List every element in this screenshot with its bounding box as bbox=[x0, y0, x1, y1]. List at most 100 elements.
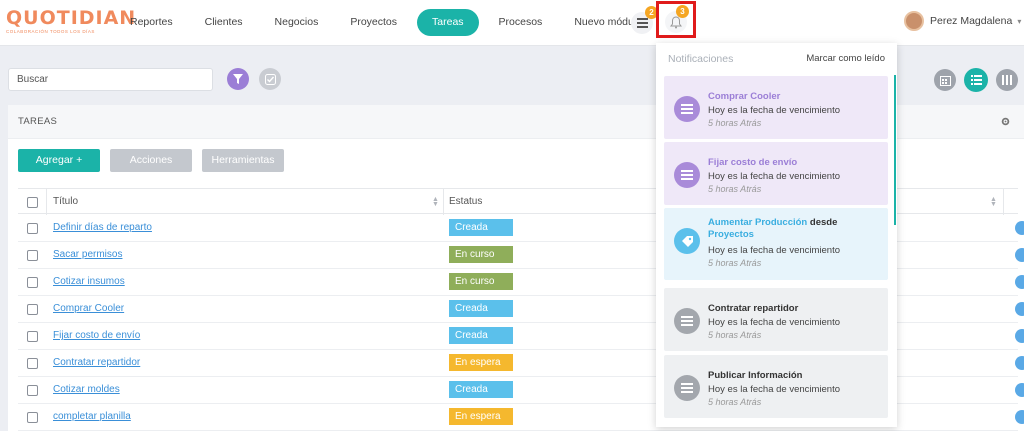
list-icon bbox=[674, 96, 700, 122]
notification-title: Contratar repartidor bbox=[708, 303, 799, 314]
bell-highlight-box bbox=[656, 1, 696, 38]
list-icon bbox=[674, 308, 700, 334]
notification-time: 5 horas Atrás bbox=[708, 258, 762, 268]
row-action-icon[interactable] bbox=[1015, 329, 1024, 343]
status-badge: En espera bbox=[449, 408, 513, 425]
task-title-link[interactable]: Cotizar insumos bbox=[53, 276, 125, 287]
status-badge: En curso bbox=[449, 273, 513, 290]
sort-icon[interactable]: ▲ ▼ bbox=[990, 196, 997, 208]
notification-message: Hoy es la fecha de vencimiento bbox=[708, 317, 841, 328]
nav-clientes[interactable]: Clientes bbox=[193, 9, 255, 36]
nav-tareas[interactable]: Tareas bbox=[417, 9, 479, 36]
notifications-title: Notificaciones bbox=[668, 53, 734, 65]
notification-time: 5 horas Atrás bbox=[708, 397, 762, 407]
actions-button[interactable]: Acciones bbox=[110, 149, 192, 172]
row-checkbox[interactable] bbox=[27, 223, 38, 234]
mark-as-read-link[interactable]: Marcar como leído bbox=[806, 53, 885, 64]
notifications-dropdown: Notificaciones Marcar como leído Comprar… bbox=[656, 43, 897, 427]
notification-time: 5 horas Atrás bbox=[708, 118, 762, 128]
task-title-link[interactable]: Comprar Cooler bbox=[53, 303, 124, 314]
filter-button[interactable] bbox=[227, 68, 249, 90]
row-checkbox[interactable] bbox=[27, 358, 38, 369]
calendar-view-button[interactable] bbox=[934, 69, 956, 91]
add-task-button[interactable]: Agregar + bbox=[18, 149, 100, 172]
nav-reportes[interactable]: Reportes bbox=[118, 9, 185, 36]
row-checkbox[interactable] bbox=[27, 277, 38, 288]
row-checkbox[interactable] bbox=[27, 331, 38, 342]
notification-title: Publicar Información bbox=[708, 370, 803, 381]
column-divider bbox=[1003, 189, 1004, 215]
row-action-icon[interactable] bbox=[1015, 410, 1024, 424]
task-title-link[interactable]: completar planilla bbox=[53, 411, 131, 422]
notification-card[interactable]: Comprar Cooler Hoy es la fecha de vencimi… bbox=[664, 76, 888, 139]
notification-project-link[interactable]: Aumentar Producción bbox=[708, 217, 807, 228]
column-divider bbox=[443, 189, 444, 215]
task-title-link[interactable]: Fijar costo de envío bbox=[53, 330, 140, 341]
select-all-button[interactable] bbox=[259, 68, 281, 90]
row-action-icon[interactable] bbox=[1015, 275, 1024, 289]
notification-title-mid: desde bbox=[809, 217, 838, 228]
status-badge: Creada bbox=[449, 381, 513, 398]
row-checkbox[interactable] bbox=[27, 412, 38, 423]
status-badge: En espera bbox=[449, 354, 513, 371]
list-icon bbox=[674, 162, 700, 188]
notification-card[interactable]: Aumentar Producción desde Proyectos Hoy es… bbox=[664, 208, 888, 280]
checkbox-icon bbox=[264, 73, 276, 85]
row-action-icon[interactable] bbox=[1015, 383, 1024, 397]
status-badge: Creada bbox=[449, 300, 513, 317]
nav-procesos[interactable]: Procesos bbox=[487, 9, 555, 36]
notification-card[interactable]: Publicar Información Hoy es la fecha de v… bbox=[664, 355, 888, 418]
status-badge: Creada bbox=[449, 219, 513, 236]
logo-wordmark: QUOTIDIAN bbox=[6, 7, 137, 29]
tag-icon bbox=[674, 228, 700, 254]
search-input[interactable]: Buscar bbox=[8, 68, 213, 91]
status-badge: Creada bbox=[449, 327, 513, 344]
notification-time: 5 horas Atrás bbox=[708, 330, 762, 340]
task-title-link[interactable]: Contratar repartidor bbox=[53, 357, 140, 368]
nav-proyectos[interactable]: Proyectos bbox=[338, 9, 409, 36]
calendar-icon bbox=[939, 75, 951, 86]
row-checkbox[interactable] bbox=[27, 304, 38, 315]
column-divider bbox=[46, 189, 47, 215]
notification-message: Hoy es la fecha de vencimiento bbox=[708, 384, 841, 395]
columns-icon bbox=[1002, 75, 1012, 85]
task-list-icon bbox=[636, 18, 648, 28]
notification-card[interactable]: Contratar repartidor Hoy es la fecha de v… bbox=[664, 288, 888, 351]
notification-message: Hoy es la fecha de vencimiento bbox=[708, 245, 841, 256]
chevron-down-icon: ▾ bbox=[1017, 16, 1022, 26]
column-title[interactable]: Título bbox=[53, 189, 78, 215]
task-title-link[interactable]: Cotizar moldes bbox=[53, 384, 120, 395]
sort-icon[interactable]: ▲ ▼ bbox=[432, 196, 439, 208]
task-title-link[interactable]: Definir días de reparto bbox=[53, 222, 152, 233]
logo-tagline: COLABORACIÓN TODOS LOS DÍAS bbox=[6, 29, 95, 34]
list-icon bbox=[970, 75, 982, 85]
row-action-icon[interactable] bbox=[1015, 221, 1024, 235]
tools-button[interactable]: Herramientas bbox=[202, 149, 284, 172]
notification-source-link[interactable]: Proyectos bbox=[708, 229, 754, 240]
notification-title: Comprar Cooler bbox=[708, 91, 781, 102]
kanban-view-button[interactable] bbox=[996, 69, 1018, 91]
list-view-button[interactable] bbox=[964, 68, 988, 92]
notification-message: Hoy es la fecha de vencimiento bbox=[708, 105, 841, 116]
row-checkbox[interactable] bbox=[27, 250, 38, 261]
gear-icon[interactable] bbox=[1001, 117, 1010, 126]
logo[interactable]: QUOTIDIAN COLABORACIÓN TODOS LOS DÍAS bbox=[6, 8, 136, 34]
notification-time: 5 horas Atrás bbox=[708, 184, 762, 194]
main-nav: Reportes Clientes Negocios Proyectos Tar… bbox=[118, 9, 662, 36]
notification-card[interactable]: Fijar costo de envío Hoy es la fecha de v… bbox=[664, 142, 888, 205]
row-action-icon[interactable] bbox=[1015, 356, 1024, 370]
list-icon bbox=[674, 375, 700, 401]
row-checkbox[interactable] bbox=[27, 385, 38, 396]
row-action-icon[interactable] bbox=[1015, 302, 1024, 316]
scrollbar[interactable] bbox=[894, 75, 896, 225]
row-action-icon[interactable] bbox=[1015, 248, 1024, 262]
notification-message: Hoy es la fecha de vencimiento bbox=[708, 171, 841, 182]
select-all-checkbox[interactable] bbox=[27, 197, 38, 208]
nav-negocios[interactable]: Negocios bbox=[263, 9, 331, 36]
task-title-link[interactable]: Sacar permisos bbox=[53, 249, 122, 260]
user-menu[interactable]: Perez Magdalena ▾ bbox=[904, 11, 1021, 31]
column-status[interactable]: Estatus bbox=[449, 189, 482, 215]
panel-title: TAREAS bbox=[18, 116, 58, 127]
avatar bbox=[904, 11, 924, 31]
status-badge: En curso bbox=[449, 246, 513, 263]
